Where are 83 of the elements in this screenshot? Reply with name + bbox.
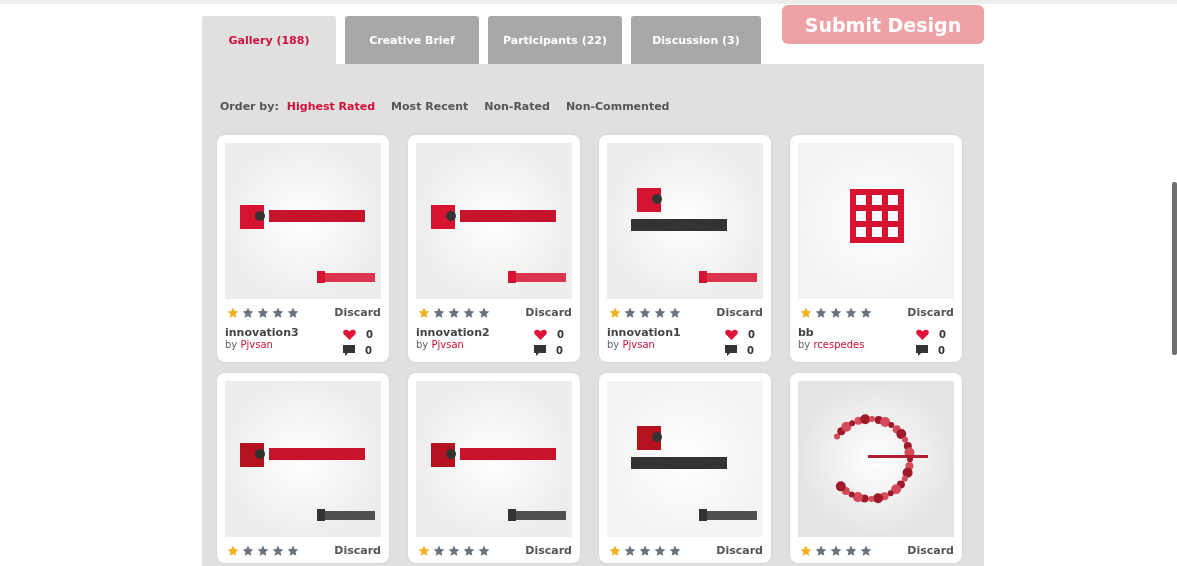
star-icon[interactable] — [639, 306, 651, 319]
comment-count: 0 — [365, 345, 372, 356]
sort-option[interactable]: Non-Rated — [484, 100, 550, 113]
comment-icon[interactable] — [534, 345, 547, 356]
star-icon[interactable] — [478, 306, 490, 319]
discard-link[interactable]: Discard — [716, 306, 763, 319]
star-icon[interactable] — [609, 544, 621, 557]
star-icon[interactable] — [609, 306, 621, 319]
star-icon[interactable] — [433, 306, 445, 319]
author-link[interactable]: Pjvsan — [240, 339, 273, 350]
star-icon[interactable] — [287, 544, 299, 557]
star-icon[interactable] — [478, 544, 490, 557]
author-link[interactable]: Pjvsan — [431, 339, 464, 350]
star-icon[interactable] — [227, 544, 239, 557]
star-icon[interactable] — [669, 544, 681, 557]
star-icon[interactable] — [654, 306, 666, 319]
star-icon[interactable] — [845, 544, 857, 557]
star-icon[interactable] — [815, 306, 827, 319]
like-count: 0 — [366, 329, 373, 340]
author-link[interactable]: rcespedes — [813, 339, 865, 350]
star-icon[interactable] — [227, 306, 239, 319]
star-icon[interactable] — [830, 544, 842, 557]
star-icon[interactable] — [287, 306, 299, 319]
heart-icon[interactable] — [916, 329, 930, 340]
star-icon[interactable] — [654, 544, 666, 557]
author-line: by Pjvsan — [607, 339, 656, 351]
comment-count: 0 — [938, 345, 945, 356]
star-icon[interactable] — [242, 544, 254, 557]
sort-option[interactable]: Highest Rated — [286, 100, 376, 113]
sort-option[interactable]: Most Recent — [391, 100, 469, 113]
design-title: innovation2 — [416, 327, 490, 339]
discard-link[interactable]: Discard — [907, 306, 954, 319]
scrollbar[interactable] — [1172, 182, 1177, 355]
comment-icon[interactable] — [725, 345, 738, 356]
tab[interactable]: Gallery (188) — [202, 16, 336, 64]
heart-icon[interactable] — [725, 329, 739, 340]
star-icon[interactable] — [257, 306, 269, 319]
author-line: by Pjvsan — [416, 339, 465, 351]
author-line: by Pjvsan — [225, 339, 274, 351]
order-by-label: Order by: — [220, 100, 279, 113]
star-icon[interactable] — [624, 544, 636, 557]
comment-count: 0 — [556, 345, 563, 356]
star-icon[interactable] — [463, 306, 475, 319]
discard-link[interactable]: Discard — [907, 544, 954, 557]
design-title: innovation1 — [607, 327, 681, 339]
like-count: 0 — [557, 329, 564, 340]
author-link[interactable]: Pjvsan — [622, 339, 655, 350]
design-title: innovation3 — [225, 327, 299, 339]
discard-link[interactable]: Discard — [334, 544, 381, 557]
star-icon[interactable] — [257, 544, 269, 557]
star-icon[interactable] — [860, 306, 872, 319]
star-icon[interactable] — [448, 544, 460, 557]
comment-count: 0 — [747, 345, 754, 356]
star-icon[interactable] — [418, 544, 430, 557]
star-icon[interactable] — [242, 306, 254, 319]
star-icon[interactable] — [272, 544, 284, 557]
star-icon[interactable] — [800, 544, 812, 557]
comment-icon[interactable] — [916, 345, 929, 356]
star-icon[interactable] — [845, 306, 857, 319]
heart-icon[interactable] — [534, 329, 548, 340]
star-icon[interactable] — [860, 544, 872, 557]
discard-link[interactable]: Discard — [716, 544, 763, 557]
star-icon[interactable] — [800, 306, 812, 319]
sort-option[interactable]: Non-Commented — [565, 100, 670, 113]
like-count: 0 — [939, 329, 946, 340]
heart-icon[interactable] — [343, 329, 357, 340]
star-icon[interactable] — [815, 544, 827, 557]
star-icon[interactable] — [669, 306, 681, 319]
star-icon[interactable] — [830, 306, 842, 319]
design-title: bb — [798, 327, 815, 339]
star-icon[interactable] — [433, 544, 445, 557]
discard-link[interactable]: Discard — [334, 306, 381, 319]
author-line: by rcespedes — [798, 339, 865, 351]
star-icon[interactable] — [448, 306, 460, 319]
star-icon[interactable] — [272, 306, 284, 319]
discard-link[interactable]: Discard — [525, 306, 572, 319]
star-icon[interactable] — [639, 544, 651, 557]
star-icon[interactable] — [418, 306, 430, 319]
like-count: 0 — [748, 329, 755, 340]
star-icon[interactable] — [463, 544, 475, 557]
discard-link[interactable]: Discard — [525, 544, 572, 557]
star-icon[interactable] — [624, 306, 636, 319]
comment-icon[interactable] — [343, 345, 356, 356]
